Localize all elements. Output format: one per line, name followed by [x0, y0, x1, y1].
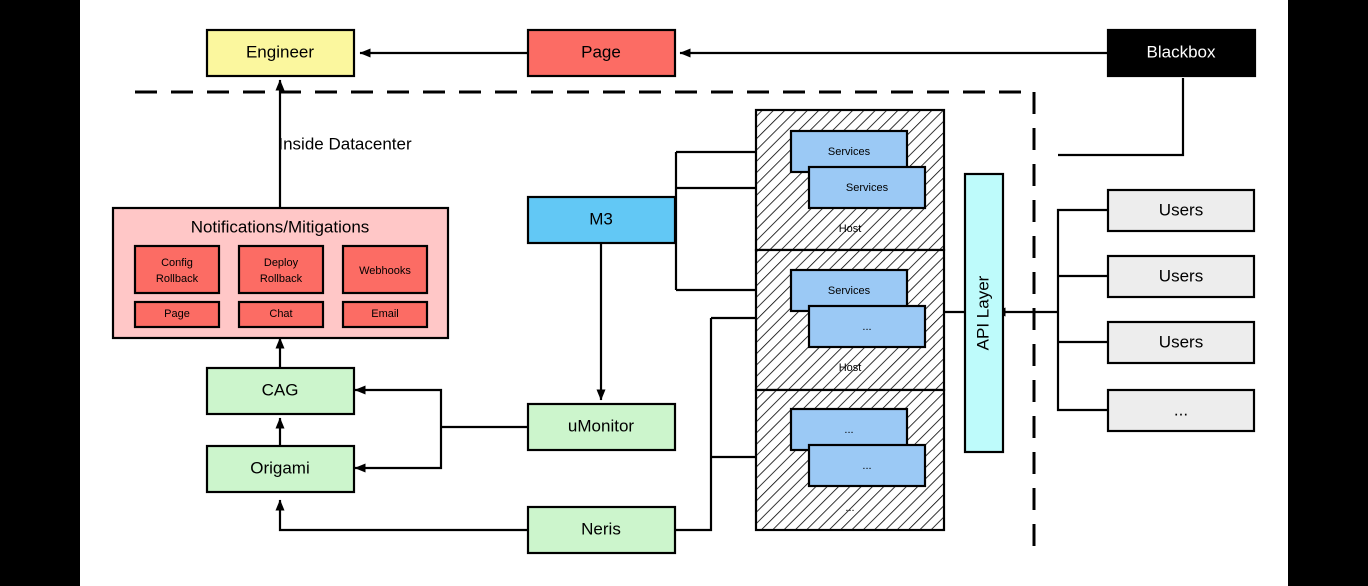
host-label: Host: [839, 223, 862, 235]
architecture-diagram: Services Services Host Services ... Host…: [111, 28, 1257, 555]
service-label: Services: [828, 146, 871, 158]
m3-label: M3: [589, 209, 613, 228]
page-label: Page: [581, 42, 621, 61]
notification-item-deploy-rollback[interactable]: [237, 244, 325, 295]
notification-item-label: Webhooks: [359, 265, 411, 277]
edge-users-bus: [1056, 208, 1108, 412]
service-label: Services: [846, 182, 889, 194]
notification-item-label: Rollback: [156, 273, 199, 285]
users-label: Users: [1159, 266, 1203, 285]
notification-item-label: Email: [371, 308, 399, 320]
notification-item-label: Chat: [269, 308, 292, 320]
boundary-label: Inside Datacenter: [278, 134, 412, 153]
host-label: Host: [839, 362, 862, 374]
service-label: Services: [828, 285, 871, 297]
engineer-label: Engineer: [246, 42, 314, 61]
notification-item-config-rollback[interactable]: [133, 244, 221, 295]
edge-umonitor-to-origami: [354, 427, 443, 473]
neris-label: Neris: [581, 519, 621, 538]
service-label: ...: [862, 321, 871, 333]
users-label: Users: [1159, 332, 1203, 351]
origami-label: Origami: [250, 458, 310, 477]
diagram-canvas: Services Services Host Services ... Host…: [80, 0, 1288, 586]
host-label: ...: [845, 502, 854, 514]
service-label: ...: [862, 460, 871, 472]
cag-label: CAG: [262, 380, 299, 399]
service-label: ...: [844, 424, 853, 436]
diagram-stage: Services Services Host Services ... Host…: [0, 0, 1368, 586]
users-label: ...: [1174, 400, 1188, 419]
edge-blackbox-down-to-bus: [1058, 78, 1185, 157]
notifications-title: Notifications/Mitigations: [191, 217, 370, 236]
edge-umonitor-to-cag: [354, 385, 443, 427]
edge-neris-to-origami: [275, 499, 528, 532]
blackbox-label: Blackbox: [1147, 42, 1216, 61]
users-label: Users: [1159, 200, 1203, 219]
notification-item-label: Page: [164, 308, 190, 320]
notification-item-label: Config: [161, 257, 193, 269]
api-layer-label: API Layer: [973, 275, 992, 350]
umonitor-label: uMonitor: [568, 416, 634, 435]
notification-item-label: Deploy: [264, 257, 299, 269]
notification-item-label: Rollback: [260, 273, 303, 285]
